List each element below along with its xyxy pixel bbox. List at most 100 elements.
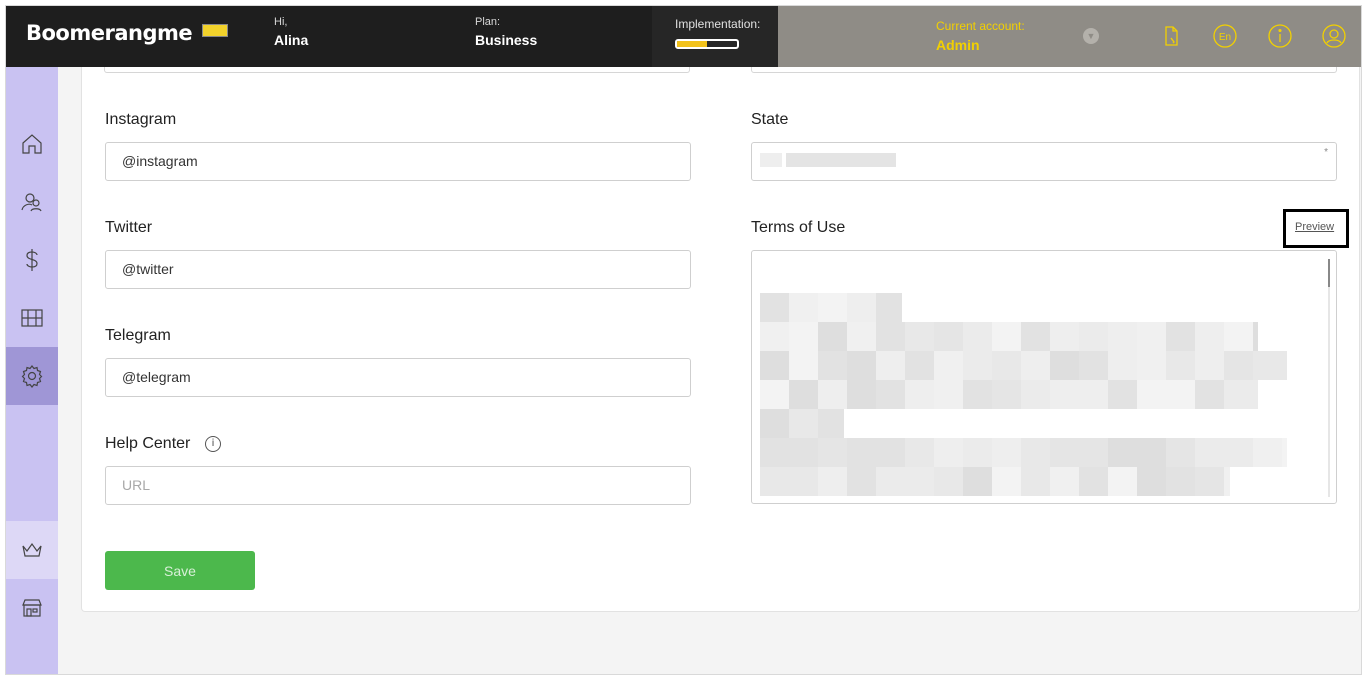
top-bar: Boomerangme Hi, Alina Plan: Business Imp… xyxy=(6,6,1361,67)
blurred-block xyxy=(847,438,876,467)
document-icon[interactable] xyxy=(1158,23,1184,49)
state-label: State xyxy=(751,111,789,128)
blurred-block xyxy=(760,438,789,467)
blurred-block xyxy=(1079,467,1108,496)
blurred-block xyxy=(760,380,789,409)
blurred-block xyxy=(963,351,992,380)
blurred-terms-content xyxy=(760,293,1287,496)
save-button[interactable]: Save xyxy=(105,551,255,590)
blurred-block xyxy=(934,322,963,351)
blurred-block xyxy=(789,351,818,380)
blurred-block xyxy=(1224,438,1253,467)
previous-field-stub xyxy=(104,67,690,73)
blurred-block xyxy=(876,380,905,409)
blurred-block xyxy=(1166,380,1195,409)
scrollbar[interactable] xyxy=(1328,259,1330,497)
blurred-block xyxy=(905,351,934,380)
blurred-block xyxy=(1079,322,1108,351)
logo-badge-icon xyxy=(202,24,228,37)
blurred-block xyxy=(847,322,876,351)
blurred-block xyxy=(1021,438,1050,467)
preview-link[interactable]: Preview xyxy=(1295,221,1334,233)
help-center-input[interactable]: URL xyxy=(105,466,691,505)
crown-icon xyxy=(22,542,42,557)
implementation-progress[interactable]: Implementation: xyxy=(652,6,778,67)
customers-icon xyxy=(21,193,42,212)
sidebar xyxy=(6,67,58,674)
blurred-block xyxy=(1050,322,1079,351)
blurred-block xyxy=(818,409,844,438)
sidebar-item-cards[interactable] xyxy=(6,289,58,347)
blurred-block xyxy=(1253,322,1258,351)
blurred-block xyxy=(1166,351,1195,380)
blurred-block xyxy=(818,293,847,322)
blurred-block xyxy=(992,380,1021,409)
blurred-block xyxy=(1195,438,1224,467)
blurred-block xyxy=(1021,380,1050,409)
blurred-block xyxy=(847,351,876,380)
sidebar-item-customers[interactable] xyxy=(6,173,58,231)
blurred-block xyxy=(1195,467,1224,496)
app-window: Boomerangme Hi, Alina Plan: Business Imp… xyxy=(5,5,1362,675)
implementation-progress-fill xyxy=(677,41,707,47)
user-profile-icon[interactable] xyxy=(1321,23,1347,49)
info-icon[interactable] xyxy=(1267,23,1293,49)
telegram-label: Telegram xyxy=(105,327,171,344)
dollar-icon xyxy=(26,249,38,271)
blurred-block xyxy=(876,351,905,380)
blurred-block xyxy=(905,380,934,409)
plan-value: Business xyxy=(475,32,538,48)
language-icon[interactable]: En xyxy=(1212,23,1238,49)
previous-field-stub xyxy=(751,67,1337,73)
blurred-block xyxy=(818,322,847,351)
blurred-block xyxy=(1137,380,1166,409)
telegram-input[interactable]: @telegram xyxy=(105,358,691,397)
account-switcher[interactable]: Current account: Admin ▼ En xyxy=(778,6,1361,67)
state-input[interactable]: * xyxy=(751,142,1337,181)
blurred-block xyxy=(818,467,847,496)
blurred-block xyxy=(1050,438,1079,467)
blurred-block xyxy=(1108,322,1137,351)
blurred-block xyxy=(760,409,789,438)
blurred-block xyxy=(789,380,818,409)
blurred-block xyxy=(789,322,818,351)
blurred-block xyxy=(1166,438,1195,467)
blurred-block xyxy=(963,380,992,409)
blurred-block xyxy=(934,380,963,409)
terms-of-use-label: Terms of Use xyxy=(751,219,846,236)
sidebar-item-settings[interactable] xyxy=(6,347,58,405)
blurred-block xyxy=(1050,351,1079,380)
instagram-input[interactable]: @instagram xyxy=(105,142,691,181)
blurred-block xyxy=(789,438,818,467)
blurred-block xyxy=(760,351,789,380)
blurred-block xyxy=(1137,322,1166,351)
blurred-block xyxy=(934,351,963,380)
scrollbar-thumb[interactable] xyxy=(1328,259,1330,287)
blurred-block xyxy=(1079,438,1108,467)
chevron-down-icon[interactable]: ▼ xyxy=(1083,28,1099,44)
account-label: Current account: xyxy=(936,19,1025,33)
store-icon xyxy=(22,599,42,617)
sidebar-item-premium[interactable] xyxy=(6,521,58,579)
user-name: Alina xyxy=(274,32,309,48)
logo: Boomerangme xyxy=(26,21,193,45)
info-icon[interactable]: i xyxy=(205,436,221,452)
blurred-block xyxy=(963,438,992,467)
blurred-block xyxy=(1282,438,1287,467)
blurred-block xyxy=(992,467,1021,496)
plan-label: Plan: xyxy=(475,16,501,28)
home-icon xyxy=(22,134,42,154)
plan-info[interactable]: Plan: Business xyxy=(475,16,537,48)
blurred-block xyxy=(847,380,876,409)
blurred-block xyxy=(934,467,963,496)
terms-of-use-editor[interactable] xyxy=(751,250,1337,504)
sidebar-item-home[interactable] xyxy=(6,115,58,173)
sidebar-item-store[interactable] xyxy=(6,579,58,637)
blurred-block xyxy=(1166,467,1195,496)
sidebar-item-payments[interactable] xyxy=(6,231,58,289)
twitter-input[interactable]: @twitter xyxy=(105,250,691,289)
blurred-block xyxy=(1137,467,1166,496)
blurred-block xyxy=(876,322,905,351)
greeting-label: Hi, xyxy=(274,16,288,28)
blurred-block xyxy=(1021,467,1050,496)
